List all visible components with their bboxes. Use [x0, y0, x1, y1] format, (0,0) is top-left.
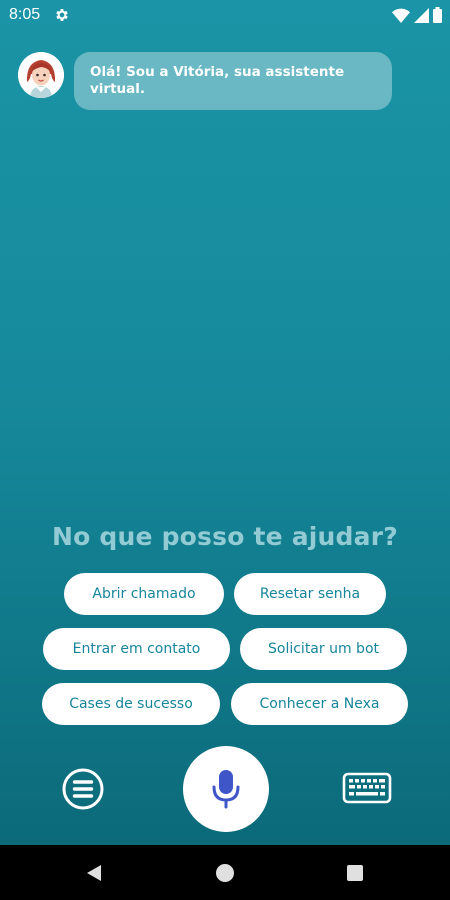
microphone-icon: [212, 770, 240, 809]
status-time: 8:05: [9, 6, 41, 23]
settings-icon: [56, 9, 68, 21]
status-icons: [392, 7, 442, 23]
assistant-message-bubble: Olá! Sou a Vitória, sua assistente virtu…: [74, 52, 392, 110]
keyboard-button[interactable]: [342, 772, 392, 804]
back-icon[interactable]: [85, 864, 103, 882]
menu-button[interactable]: [62, 768, 104, 810]
recent-apps-icon[interactable]: [347, 865, 363, 881]
home-icon[interactable]: [216, 864, 234, 882]
microphone-button[interactable]: [183, 746, 269, 832]
signal-icon: [414, 7, 429, 23]
wifi-icon: [392, 8, 410, 23]
assistant-message-text: Olá! Sou a Vitória, sua assistente virtu…: [90, 64, 345, 97]
quick-reply-resetar-senha[interactable]: Resetar senha: [234, 573, 386, 615]
quick-reply-entrar-em-contato[interactable]: Entrar em contato: [43, 628, 230, 670]
assistant-avatar: [18, 52, 64, 98]
quick-reply-conhecer-a-nexa[interactable]: Conhecer a Nexa: [231, 683, 408, 725]
quick-reply-cases-de-sucesso[interactable]: Cases de sucesso: [42, 683, 220, 725]
menu-icon: [62, 768, 104, 810]
quick-reply-solicitar-um-bot[interactable]: Solicitar um bot: [240, 628, 407, 670]
status-bar: 8:05: [0, 0, 450, 30]
chat-screen: 8:05 Olá! Sou a Vitória, sua assistente …: [0, 0, 450, 845]
prompt-heading: No que posso te ajudar?: [52, 522, 398, 551]
navigation-bar: [0, 845, 450, 900]
quick-reply-abrir-chamado[interactable]: Abrir chamado: [64, 573, 224, 615]
assistant-avatar-illustration: [18, 52, 64, 98]
battery-icon: [433, 7, 442, 23]
keyboard-icon: [342, 772, 392, 804]
